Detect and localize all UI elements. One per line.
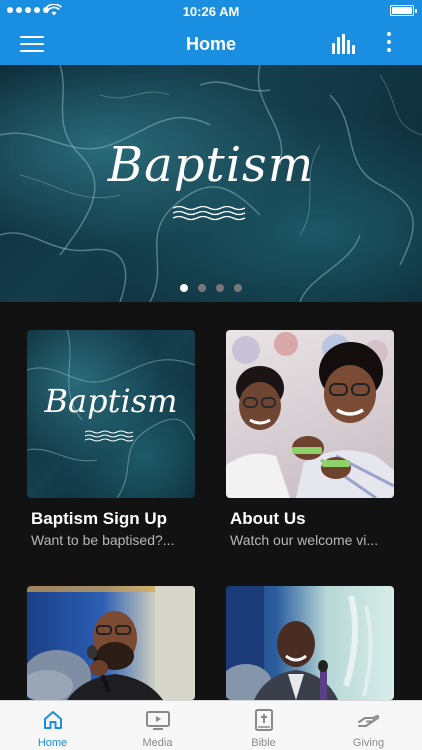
tab-label: Home: [37, 737, 68, 749]
battery-icon: [390, 5, 417, 16]
status-bar: 10:26 AM: [0, 0, 422, 22]
speaker-photo: [27, 586, 195, 700]
pager-dot[interactable]: [234, 284, 242, 292]
tab-label: Bible: [251, 737, 276, 749]
content-grid: Baptism Baptism Sign Up Want to be bapti…: [0, 302, 422, 700]
card-about-us[interactable]: About Us Watch our welcome vi...: [226, 330, 394, 548]
card-sermon[interactable]: [226, 586, 394, 700]
bible-icon: [254, 709, 273, 731]
tab-bible[interactable]: Bible: [211, 701, 316, 750]
people-photo: [226, 332, 394, 498]
card-thumbnail: [27, 586, 195, 700]
hero-carousel[interactable]: Baptism: [0, 65, 422, 302]
giving-icon: [357, 714, 379, 727]
audio-bars-button[interactable]: [332, 34, 356, 54]
speaker-photo: [226, 586, 373, 700]
card-title: Baptism Sign Up: [31, 509, 168, 528]
pager-dot[interactable]: [216, 284, 224, 292]
top-bar: 10:26 AM Home: [0, 0, 422, 65]
more-options-button[interactable]: [384, 32, 394, 54]
card-thumbnail: [226, 330, 394, 498]
card-title: About Us: [230, 509, 306, 528]
tab-home[interactable]: Home: [0, 701, 105, 750]
tab-bar: Home Media Bible Giving: [0, 700, 422, 750]
pager-dot[interactable]: [180, 284, 188, 292]
media-icon: [145, 711, 170, 730]
card-image-title: Baptism: [44, 382, 178, 420]
waves-icon: [173, 205, 246, 221]
tab-label: Giving: [352, 737, 385, 749]
card-thumbnail: [226, 586, 394, 700]
hero-title: Baptism: [107, 137, 315, 193]
page-title: Home: [185, 34, 236, 54]
tab-label: Media: [142, 737, 173, 749]
card-sermon[interactable]: [27, 586, 195, 700]
card-subtitle: Watch our welcome vi...: [230, 532, 379, 548]
card-subtitle: Want to be baptised?...: [31, 532, 175, 548]
nav-bar: Home: [0, 22, 422, 65]
waves-icon: [85, 430, 134, 442]
home-icon: [43, 711, 62, 729]
tab-media[interactable]: Media: [105, 701, 210, 750]
carousel-pager[interactable]: [0, 284, 422, 292]
card-baptism-sign-up[interactable]: Baptism Baptism Sign Up Want to be bapti…: [27, 330, 195, 548]
tab-giving[interactable]: Giving: [316, 701, 421, 750]
status-time: 10:26 AM: [182, 4, 240, 19]
pager-dot[interactable]: [198, 284, 206, 292]
card-thumbnail: Baptism: [27, 330, 195, 498]
